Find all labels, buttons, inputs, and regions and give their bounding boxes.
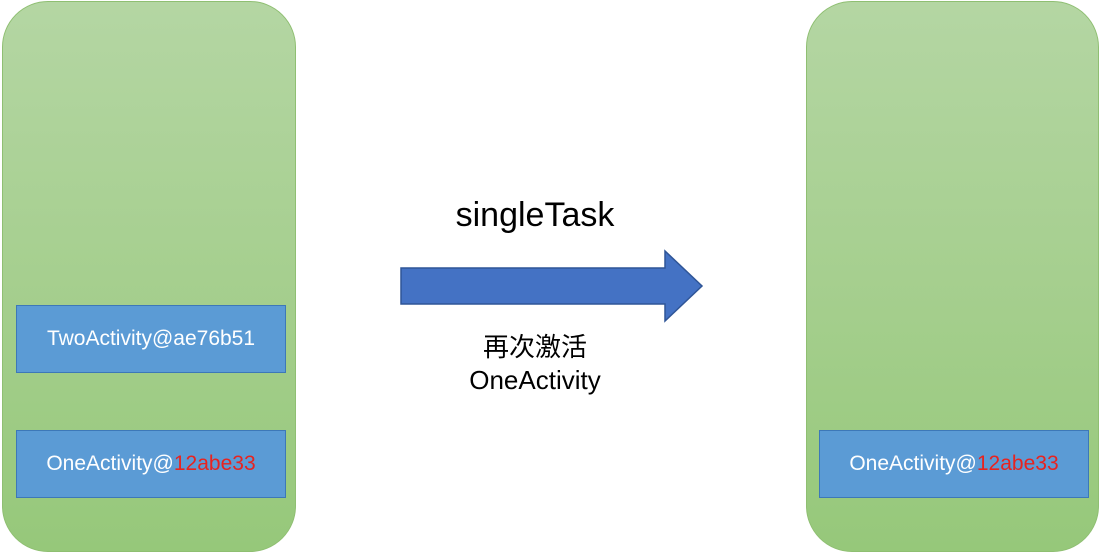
activity-name: OneActivity@ (849, 452, 977, 475)
activity-name: TwoActivity@ (46, 327, 174, 350)
activity-name: OneActivity@ (46, 452, 174, 475)
transition-caption: 再次激活 OneActivity (420, 331, 650, 397)
activity-box-two-activity: TwoActivity@ ae76b51 (16, 305, 286, 373)
right-arrow-icon (400, 249, 704, 323)
arrow-shape (400, 249, 704, 323)
right-task-stack: OneActivity@ 12abe33 (806, 1, 1099, 552)
launch-mode-label: singleTask (455, 196, 615, 234)
activity-hash: ae76b51 (173, 327, 256, 350)
caption-line-1: 再次激活 (482, 332, 587, 362)
caption-line-2: OneActivity (469, 365, 601, 395)
left-task-stack: TwoActivity@ ae76b51 OneActivity@ 12abe33 (2, 1, 296, 552)
activity-box-one-activity: OneActivity@ 12abe33 (16, 430, 286, 498)
activity-hash-highlighted: 12abe33 (976, 452, 1059, 475)
activity-box-one-activity: OneActivity@ 12abe33 (819, 430, 1089, 498)
activity-hash-highlighted: 12abe33 (173, 452, 256, 475)
